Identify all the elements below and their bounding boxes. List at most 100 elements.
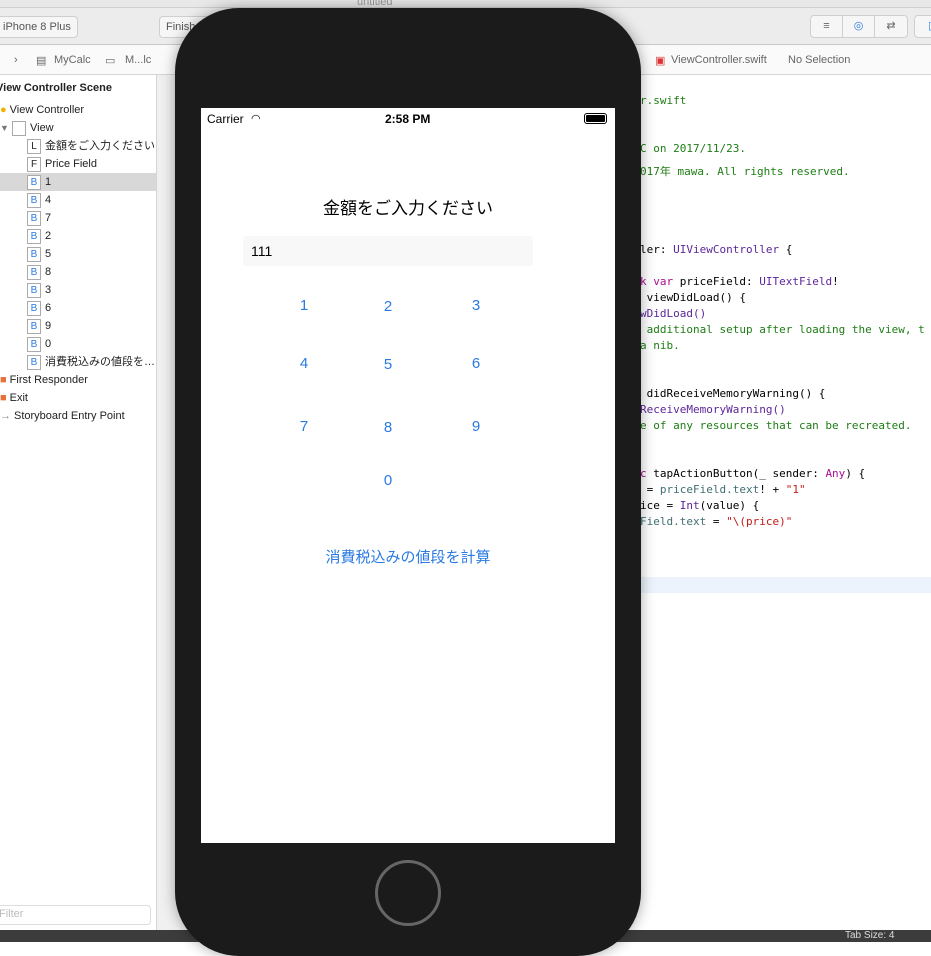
arrow-icon: → bbox=[0, 410, 11, 422]
breadcrumb-project[interactable]: MyCalc bbox=[54, 54, 91, 66]
key-0-button[interactable]: 0 bbox=[368, 472, 408, 489]
item-label: 5 bbox=[45, 248, 52, 260]
prompt-label: 金額をご入力ください bbox=[323, 199, 493, 218]
button-icon: B bbox=[27, 300, 41, 316]
outline-item-field[interactable]: F Price Field bbox=[0, 155, 156, 173]
item-label: Price Field bbox=[45, 158, 97, 170]
version-editor-icon[interactable]: ⇄ bbox=[875, 16, 907, 37]
outline-item-button[interactable]: B4 bbox=[0, 191, 156, 209]
outline-item-first-responder[interactable]: ■ First Responder bbox=[0, 371, 156, 389]
key-4-button[interactable]: 4 bbox=[284, 355, 324, 372]
item-label: 9 bbox=[45, 320, 52, 332]
breadcrumb-selection[interactable]: No Selection bbox=[788, 54, 850, 66]
tab-size[interactable]: Tab Size: 4 bbox=[845, 930, 894, 941]
simulator-screen: Carrier ◠ 2:58 PM 金額をご入力ください 111 1 2 3 4… bbox=[201, 108, 615, 843]
window-titlebar: untitled bbox=[0, 0, 931, 8]
code-line: C on 2017/11/23. bbox=[640, 142, 746, 155]
device-selector[interactable]: iPhone 8 Plus bbox=[0, 16, 78, 38]
outline-item-button[interactable]: B9 bbox=[0, 317, 156, 335]
code-line: a nib. bbox=[640, 339, 680, 352]
home-button[interactable] bbox=[375, 860, 441, 926]
breadcrumb-group[interactable]: M...lc bbox=[125, 54, 151, 66]
label-icon: L bbox=[27, 138, 41, 154]
item-label: 3 bbox=[45, 284, 52, 296]
button-icon: B bbox=[27, 282, 41, 298]
file-icon: ▤ bbox=[36, 55, 47, 67]
button-icon: B bbox=[27, 210, 41, 226]
outline-item-button[interactable]: B2 bbox=[0, 227, 156, 245]
key-6-button[interactable]: 6 bbox=[456, 355, 496, 372]
key-5-button[interactable]: 5 bbox=[368, 356, 408, 373]
battery-icon bbox=[584, 113, 607, 124]
outline-item-view[interactable]: ▼ View bbox=[0, 119, 156, 137]
code-line: ler: UIViewController { bbox=[640, 243, 793, 256]
outline-item-button[interactable]: B0 bbox=[0, 335, 156, 353]
view-icon bbox=[11, 120, 26, 136]
key-3-button[interactable]: 3 bbox=[456, 297, 496, 314]
key-2-button[interactable]: 2 bbox=[368, 298, 408, 315]
code-line: c tapActionButton(_ sender: Any) { bbox=[640, 467, 866, 480]
exit-icon: ■ bbox=[0, 392, 7, 404]
panel-icon[interactable]: ▯ bbox=[915, 16, 931, 37]
current-line-highlight bbox=[640, 577, 931, 593]
editor-mode-segment[interactable]: ≡ ◎ ⇄ bbox=[810, 15, 908, 38]
item-label: 8 bbox=[45, 266, 52, 278]
forward-icon[interactable]: › bbox=[14, 54, 18, 66]
scene-header[interactable]: View Controller Scene bbox=[0, 79, 152, 97]
outline-item-label[interactable]: L 金額をご入力ください bbox=[0, 137, 156, 155]
button-icon: B bbox=[27, 228, 41, 244]
code-line: didReceiveMemoryWarning() { bbox=[640, 387, 826, 400]
outline-item-view-controller[interactable]: ● View Controller bbox=[0, 101, 156, 119]
code-line: ice = Int(value) { bbox=[640, 499, 760, 512]
window-title: untitled bbox=[357, 0, 393, 8]
outline-item-exit[interactable]: ■ Exit bbox=[0, 389, 156, 407]
item-label: 1 bbox=[45, 176, 52, 188]
outline-item-button[interactable]: B 消費税込みの値段を… bbox=[0, 353, 156, 371]
wifi-icon: ◠ bbox=[251, 113, 261, 125]
outline-item-button[interactable]: B3 bbox=[0, 281, 156, 299]
item-label: First Responder bbox=[9, 374, 88, 386]
button-icon: B bbox=[27, 264, 41, 280]
folder-icon: ▭ bbox=[105, 55, 116, 67]
item-label: Storyboard Entry Point bbox=[14, 410, 125, 422]
price-field[interactable]: 111 bbox=[243, 236, 533, 266]
code-editor[interactable]: r.swift C on 2017/11/23. 017年 mawa. All … bbox=[610, 75, 931, 930]
key-7-button[interactable]: 7 bbox=[284, 418, 324, 435]
outline-item-entry-point[interactable]: → Storyboard Entry Point bbox=[0, 407, 156, 425]
code-line: r.swift bbox=[640, 94, 687, 107]
outline-item-button[interactable]: B5 bbox=[0, 245, 156, 263]
first-responder-icon: ■ bbox=[0, 374, 7, 386]
code-line: Field.text = "\(price)" bbox=[640, 515, 793, 528]
button-icon: B bbox=[27, 246, 41, 262]
disclosure-triangle-icon[interactable]: ▼ bbox=[0, 123, 9, 133]
calculate-tax-button[interactable]: 消費税込みの値段を計算 bbox=[201, 546, 615, 567]
simulator-device: Carrier ◠ 2:58 PM 金額をご入力ください 111 1 2 3 4… bbox=[175, 8, 641, 956]
key-9-button[interactable]: 9 bbox=[456, 418, 496, 435]
carrier-label: Carrier bbox=[207, 112, 244, 126]
outline-item-button[interactable]: B8 bbox=[0, 263, 156, 281]
document-outline: View Controller Scene ● View Controller ▼… bbox=[0, 75, 157, 930]
item-label: 4 bbox=[45, 194, 52, 206]
filter-input[interactable]: Filter bbox=[0, 905, 151, 925]
code-line: 017年 mawa. All rights reserved. bbox=[640, 165, 850, 178]
outline-item-button[interactable]: B7 bbox=[0, 209, 156, 227]
item-label: 0 bbox=[45, 338, 52, 350]
key-8-button[interactable]: 8 bbox=[368, 419, 408, 436]
item-label: 2 bbox=[45, 230, 52, 242]
code-line: ReceiveMemoryWarning() bbox=[640, 403, 786, 416]
button-icon: B bbox=[27, 354, 41, 370]
outline-item-button[interactable]: B1 bbox=[0, 173, 156, 191]
view-controller-icon: ● bbox=[0, 104, 7, 116]
assistant-editor-icon[interactable]: ◎ bbox=[843, 16, 875, 37]
clock: 2:58 PM bbox=[385, 112, 431, 126]
standard-editor-icon[interactable]: ≡ bbox=[811, 16, 843, 37]
button-icon: B bbox=[27, 318, 41, 334]
item-label: 6 bbox=[45, 302, 52, 314]
button-icon: B bbox=[27, 192, 41, 208]
outline-item-button[interactable]: B6 bbox=[0, 299, 156, 317]
navigator-toggle[interactable]: ▯ bbox=[914, 15, 931, 38]
key-1-button[interactable]: 1 bbox=[284, 297, 324, 314]
breadcrumb-file[interactable]: ViewController.swift bbox=[671, 54, 767, 66]
item-label: 消費税込みの値段を… bbox=[45, 356, 155, 368]
swift-file-icon: ▣ bbox=[655, 55, 666, 67]
